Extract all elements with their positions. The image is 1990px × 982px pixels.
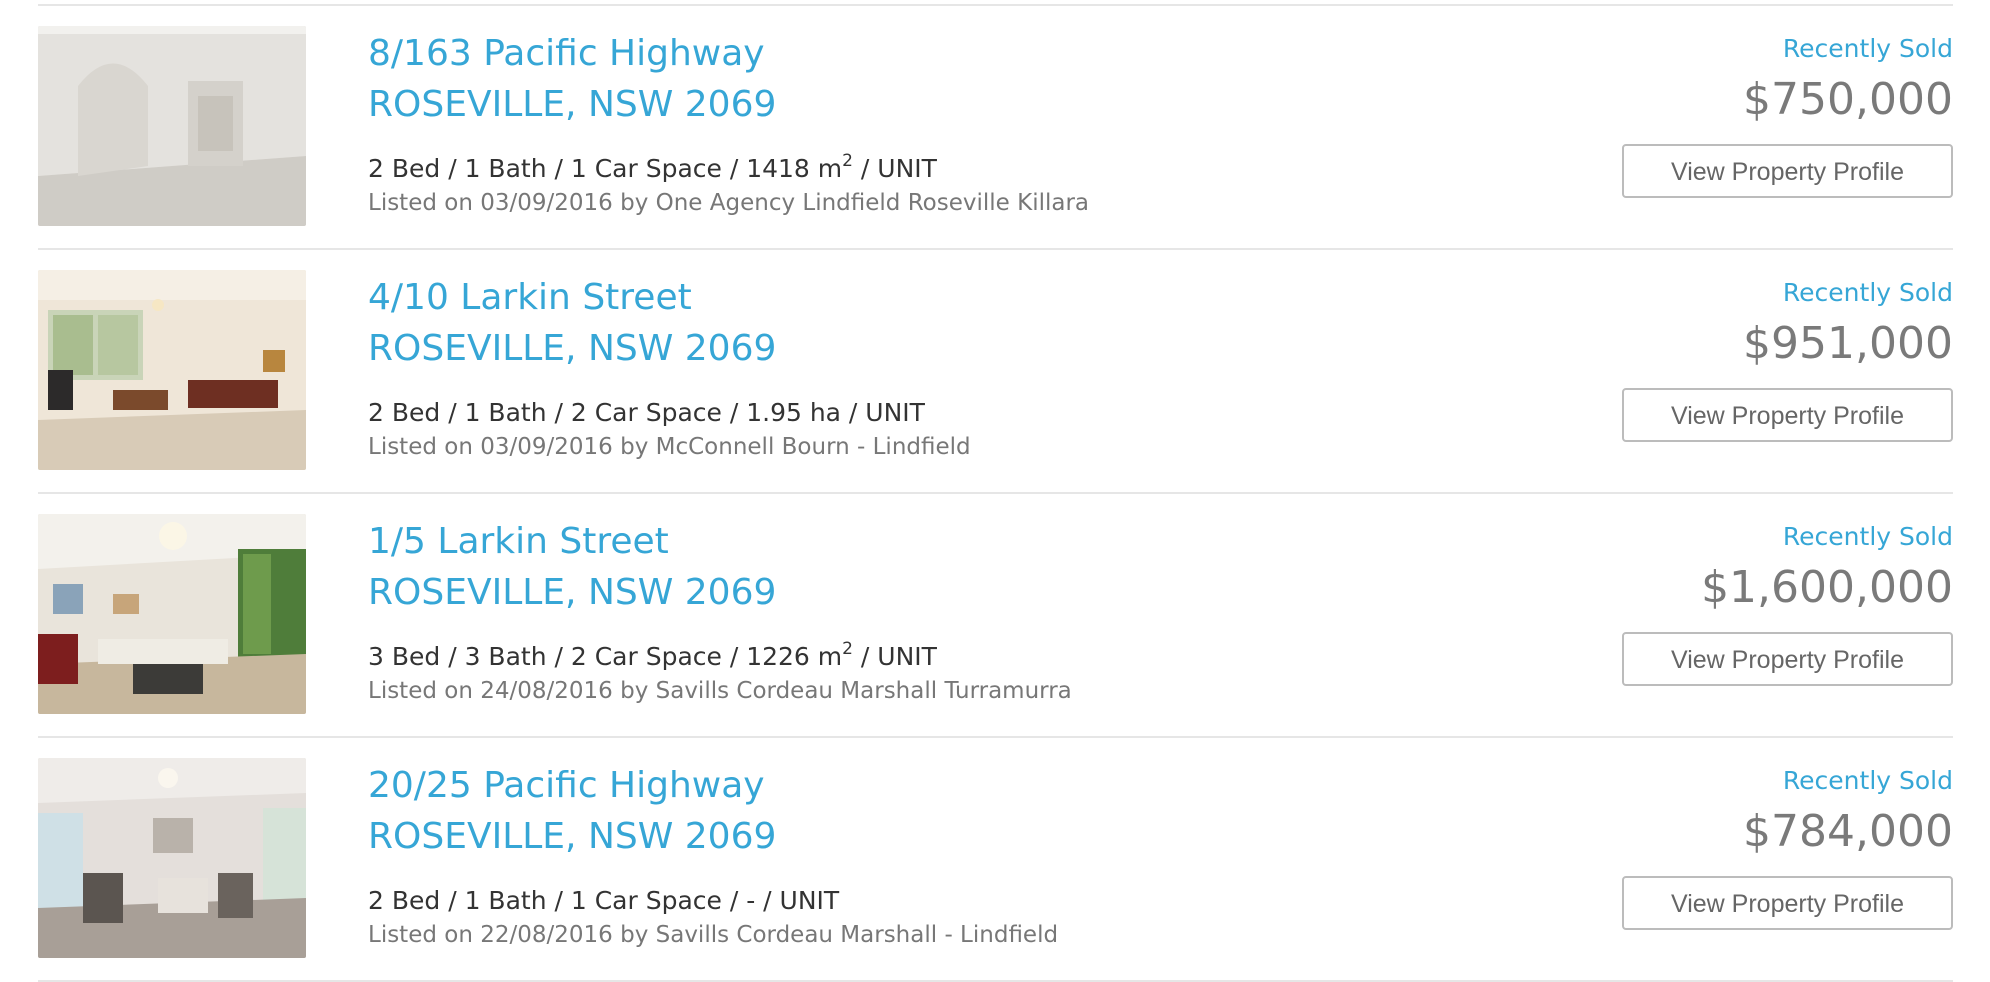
property-photo[interactable] bbox=[38, 514, 306, 714]
address-line1-link[interactable]: 4/10 Larkin Street bbox=[368, 272, 1568, 323]
property-features: 2 Bed / 1 Bath / 2 Car Space / 1.95 ha /… bbox=[368, 396, 1568, 430]
sold-price: $1,600,000 bbox=[1701, 562, 1953, 613]
listing-status-panel: Recently Sold $1,600,000 bbox=[1533, 518, 1953, 618]
address-line2-link[interactable]: ROSEVILLE, NSW 2069 bbox=[368, 811, 1568, 862]
listed-info: Listed on 03/09/2016 by One Agency Lindf… bbox=[368, 190, 1090, 216]
area-unit-superscript: 2 bbox=[842, 151, 853, 171]
address-line1-link[interactable]: 1/5 Larkin Street bbox=[368, 516, 1568, 567]
address-line2-link[interactable]: ROSEVILLE, NSW 2069 bbox=[368, 79, 1568, 130]
property-photo[interactable] bbox=[38, 26, 306, 226]
area-unit-superscript: 2 bbox=[842, 639, 853, 659]
view-property-profile-button[interactable]: View Property Profile bbox=[1622, 876, 1953, 930]
property-features: 2 Bed / 1 Bath / 1 Car Space / - / UNIT bbox=[368, 884, 1568, 918]
status-badge: Recently Sold bbox=[1782, 34, 1953, 63]
features-suffix: / UNIT bbox=[852, 642, 937, 671]
sold-price: $951,000 bbox=[1743, 318, 1953, 369]
address-line2-link[interactable]: ROSEVILLE, NSW 2069 bbox=[368, 567, 1568, 618]
listing-status-panel: Recently Sold $750,000 bbox=[1533, 30, 1953, 130]
listing-info: 20/25 Pacific Highway ROSEVILLE, NSW 206… bbox=[368, 760, 1568, 952]
address-line2-link[interactable]: ROSEVILLE, NSW 2069 bbox=[368, 323, 1568, 374]
sold-price: $784,000 bbox=[1743, 806, 1953, 857]
property-results-list: 8/163 Pacific Highway ROSEVILLE, NSW 206… bbox=[38, 0, 1953, 982]
listed-info: Listed on 03/09/2016 by McConnell Bourn … bbox=[368, 434, 971, 460]
listing-info: 1/5 Larkin Street ROSEVILLE, NSW 2069 3 … bbox=[368, 516, 1568, 708]
listing-status-panel: Recently Sold $784,000 bbox=[1533, 762, 1953, 862]
property-features: 3 Bed / 3 Bath / 2 Car Space / 1226 m2 /… bbox=[368, 640, 1568, 674]
sold-price: $750,000 bbox=[1743, 74, 1953, 125]
address-line1-link[interactable]: 20/25 Pacific Highway bbox=[368, 760, 1568, 811]
listed-info: Listed on 22/08/2016 by Savills Cordeau … bbox=[368, 922, 1059, 948]
features-text: 3 Bed / 3 Bath / 2 Car Space / 1226 m bbox=[368, 642, 843, 671]
features-text: 2 Bed / 1 Bath / 1 Car Space / 1418 m bbox=[368, 154, 843, 183]
listed-info: Listed on 24/08/2016 by Savills Cordeau … bbox=[368, 678, 1072, 704]
property-features: 2 Bed / 1 Bath / 1 Car Space / 1418 m2 /… bbox=[368, 152, 1568, 186]
property-photo[interactable] bbox=[38, 758, 306, 958]
features-text: 2 Bed / 1 Bath / 2 Car Space / 1.95 ha /… bbox=[368, 398, 925, 427]
view-property-profile-button[interactable]: View Property Profile bbox=[1622, 632, 1953, 686]
list-item: 1/5 Larkin Street ROSEVILLE, NSW 2069 3 … bbox=[38, 494, 1953, 738]
property-photo[interactable] bbox=[38, 270, 306, 470]
view-property-profile-button[interactable]: View Property Profile bbox=[1622, 144, 1953, 198]
list-item: 4/10 Larkin Street ROSEVILLE, NSW 2069 2… bbox=[38, 250, 1953, 494]
status-badge: Recently Sold bbox=[1782, 766, 1953, 795]
list-item: 8/163 Pacific Highway ROSEVILLE, NSW 206… bbox=[38, 6, 1953, 250]
view-property-profile-button[interactable]: View Property Profile bbox=[1622, 388, 1953, 442]
address-line1-link[interactable]: 8/163 Pacific Highway bbox=[368, 28, 1568, 79]
status-badge: Recently Sold bbox=[1782, 278, 1953, 307]
listing-info: 4/10 Larkin Street ROSEVILLE, NSW 2069 2… bbox=[368, 272, 1568, 464]
listing-status-panel: Recently Sold $951,000 bbox=[1533, 274, 1953, 374]
list-item: 20/25 Pacific Highway ROSEVILLE, NSW 206… bbox=[38, 738, 1953, 982]
listing-info: 8/163 Pacific Highway ROSEVILLE, NSW 206… bbox=[368, 28, 1568, 220]
features-text: 2 Bed / 1 Bath / 1 Car Space / - / UNIT bbox=[368, 886, 840, 915]
features-suffix: / UNIT bbox=[852, 154, 937, 183]
status-badge: Recently Sold bbox=[1782, 522, 1953, 551]
